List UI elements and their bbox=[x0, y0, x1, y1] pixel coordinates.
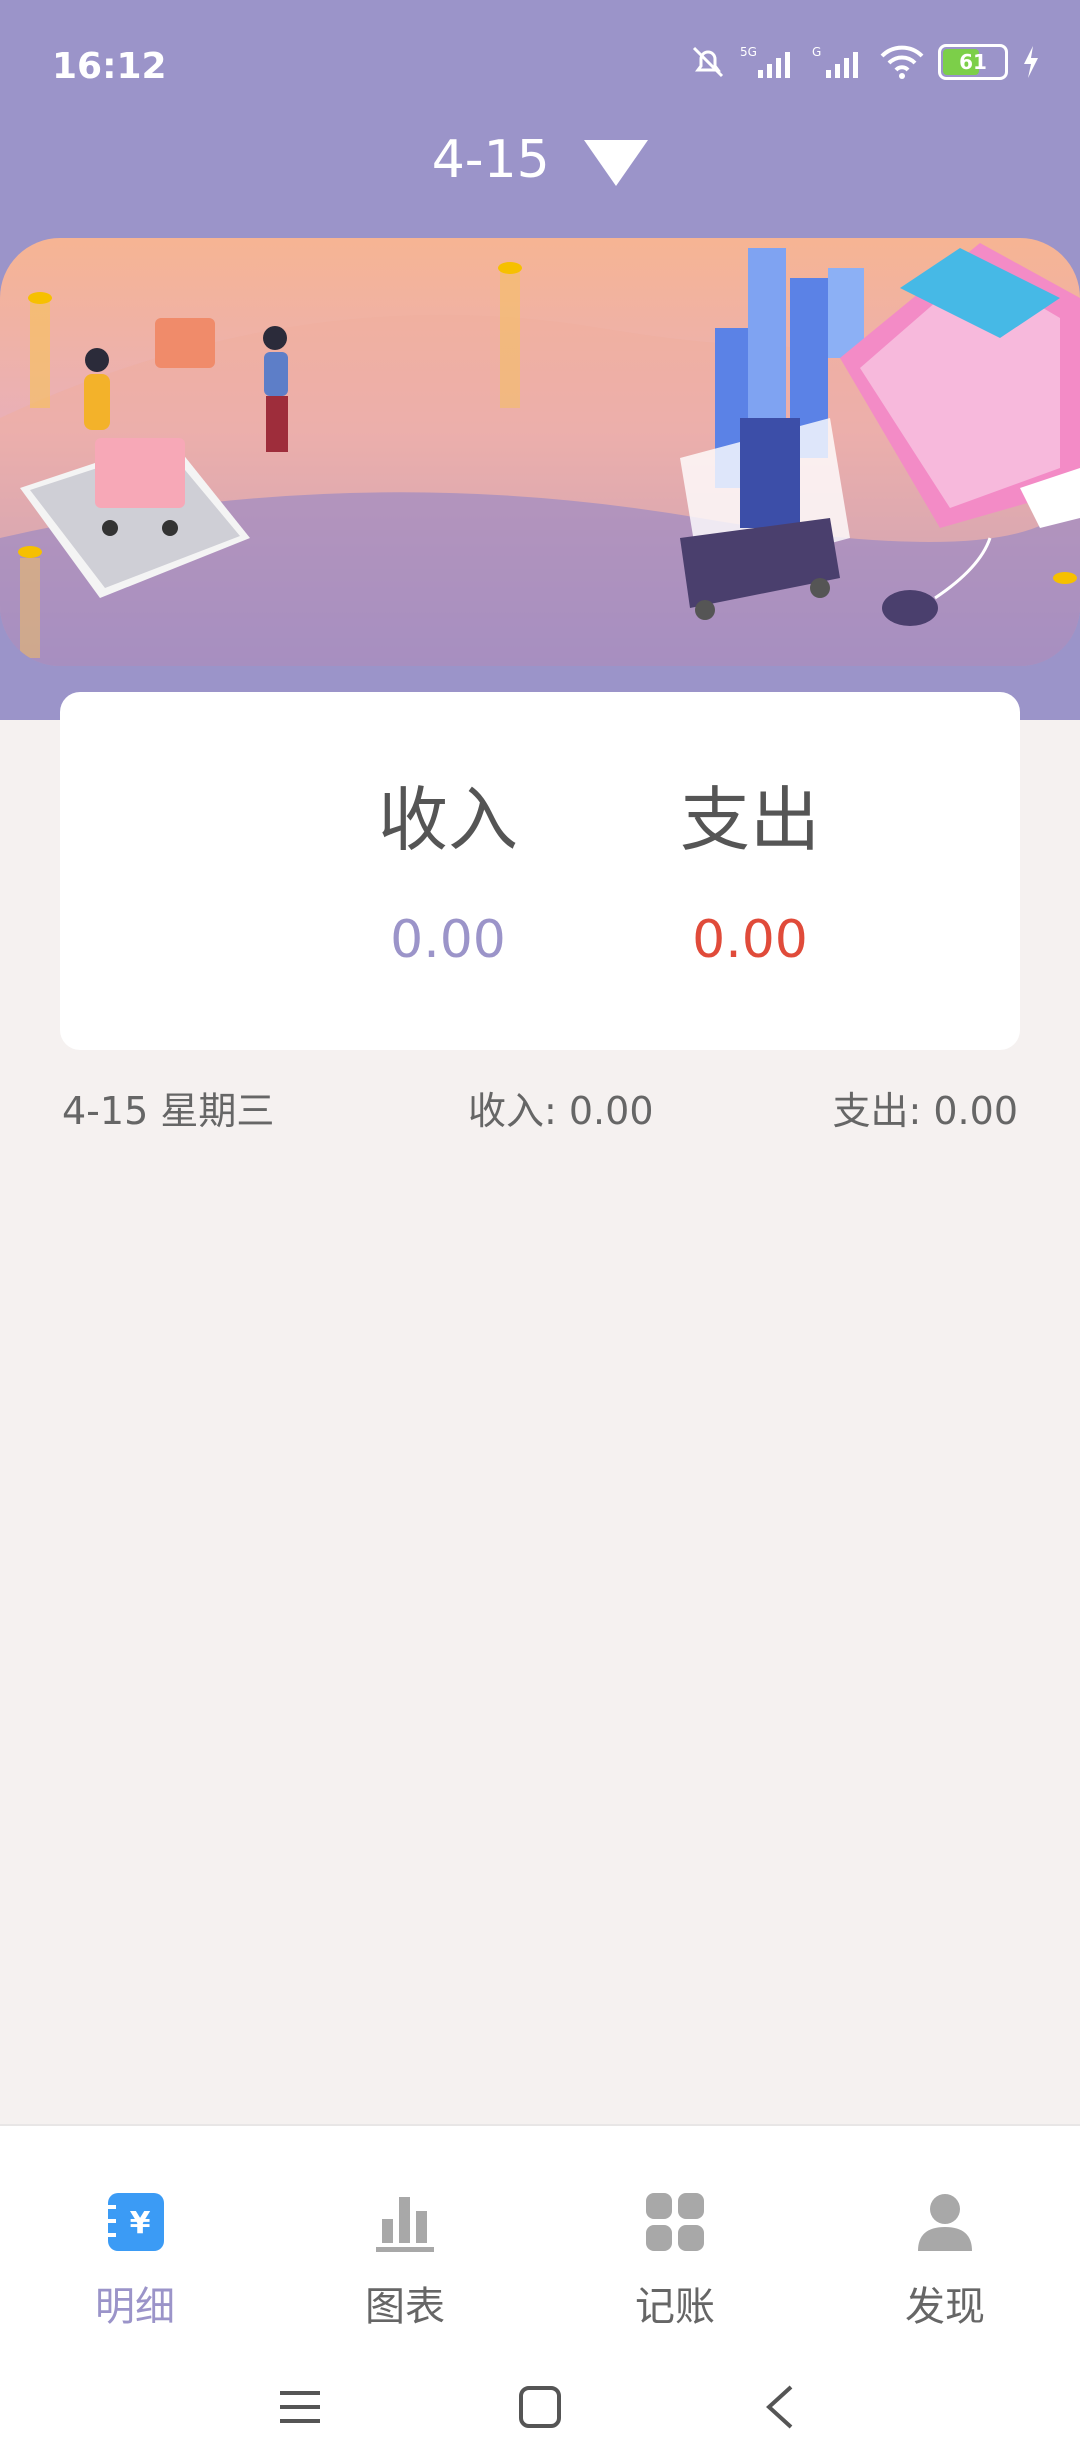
date-selector[interactable]: 4-15 bbox=[0, 130, 1080, 190]
bottom-navigation: ¥ 明细 图表 记账 发现 bbox=[0, 2124, 1080, 2462]
system-navigation-bar bbox=[0, 2356, 1080, 2462]
back-icon[interactable] bbox=[720, 2372, 840, 2442]
tab-discover[interactable]: 发现 bbox=[810, 2126, 1080, 2356]
tab-charts[interactable]: 图表 bbox=[270, 2126, 540, 2356]
tab-bookkeeping-label: 记账 bbox=[635, 2284, 715, 2330]
tab-charts-label: 图表 bbox=[365, 2284, 445, 2330]
svg-text:G: G bbox=[812, 45, 821, 59]
battery-icon: 61 bbox=[938, 44, 1008, 80]
income-label: 收入 bbox=[378, 779, 518, 861]
day-expense: 支出: 0.00 bbox=[832, 1089, 1019, 1133]
expense-label: 支出 bbox=[680, 779, 820, 861]
mute-bell-icon bbox=[692, 46, 724, 78]
shopping-banner-illustration bbox=[0, 238, 1080, 666]
signal-5g-icon: 5G bbox=[740, 45, 790, 78]
person-icon bbox=[885, 2162, 1005, 2282]
ledger-icon: ¥ bbox=[75, 2162, 195, 2282]
svg-text:¥: ¥ bbox=[130, 2206, 151, 2241]
income-expense-summary-card: 收入 支出 0.00 0.00 bbox=[60, 692, 1020, 1050]
bar-chart-icon bbox=[345, 2162, 465, 2282]
expense-value: 0.00 bbox=[692, 910, 808, 970]
tab-discover-label: 发现 bbox=[905, 2284, 985, 2330]
menu-icon[interactable] bbox=[240, 2372, 360, 2442]
dropdown-triangle-icon bbox=[584, 140, 649, 186]
tab-bookkeeping[interactable]: 记账 bbox=[540, 2126, 810, 2356]
day-date: 4-15 星期三 bbox=[62, 1089, 275, 1133]
charging-icon bbox=[1024, 46, 1038, 78]
tab-details-label: 明细 bbox=[95, 2284, 175, 2330]
status-bar: 16:12 5G G 61 bbox=[0, 0, 1080, 130]
income-value: 0.00 bbox=[390, 910, 506, 970]
battery-level: 61 bbox=[959, 50, 987, 74]
grid-icon bbox=[615, 2162, 735, 2282]
signal-g-icon: G bbox=[812, 45, 858, 78]
day-income: 收入: 0.00 bbox=[468, 1089, 654, 1133]
wifi-icon bbox=[880, 45, 924, 79]
svg-text:5G: 5G bbox=[740, 45, 757, 59]
tab-details[interactable]: ¥ 明细 bbox=[0, 2126, 270, 2356]
status-icons: 5G G 61 bbox=[690, 44, 1040, 80]
date-label: 4-15 bbox=[431, 130, 550, 190]
status-time: 16:12 bbox=[52, 46, 167, 87]
day-summary-row[interactable]: 4-15 星期三 收入: 0.00 支出: 0.00 bbox=[62, 1080, 1018, 1136]
home-icon[interactable] bbox=[480, 2372, 600, 2442]
